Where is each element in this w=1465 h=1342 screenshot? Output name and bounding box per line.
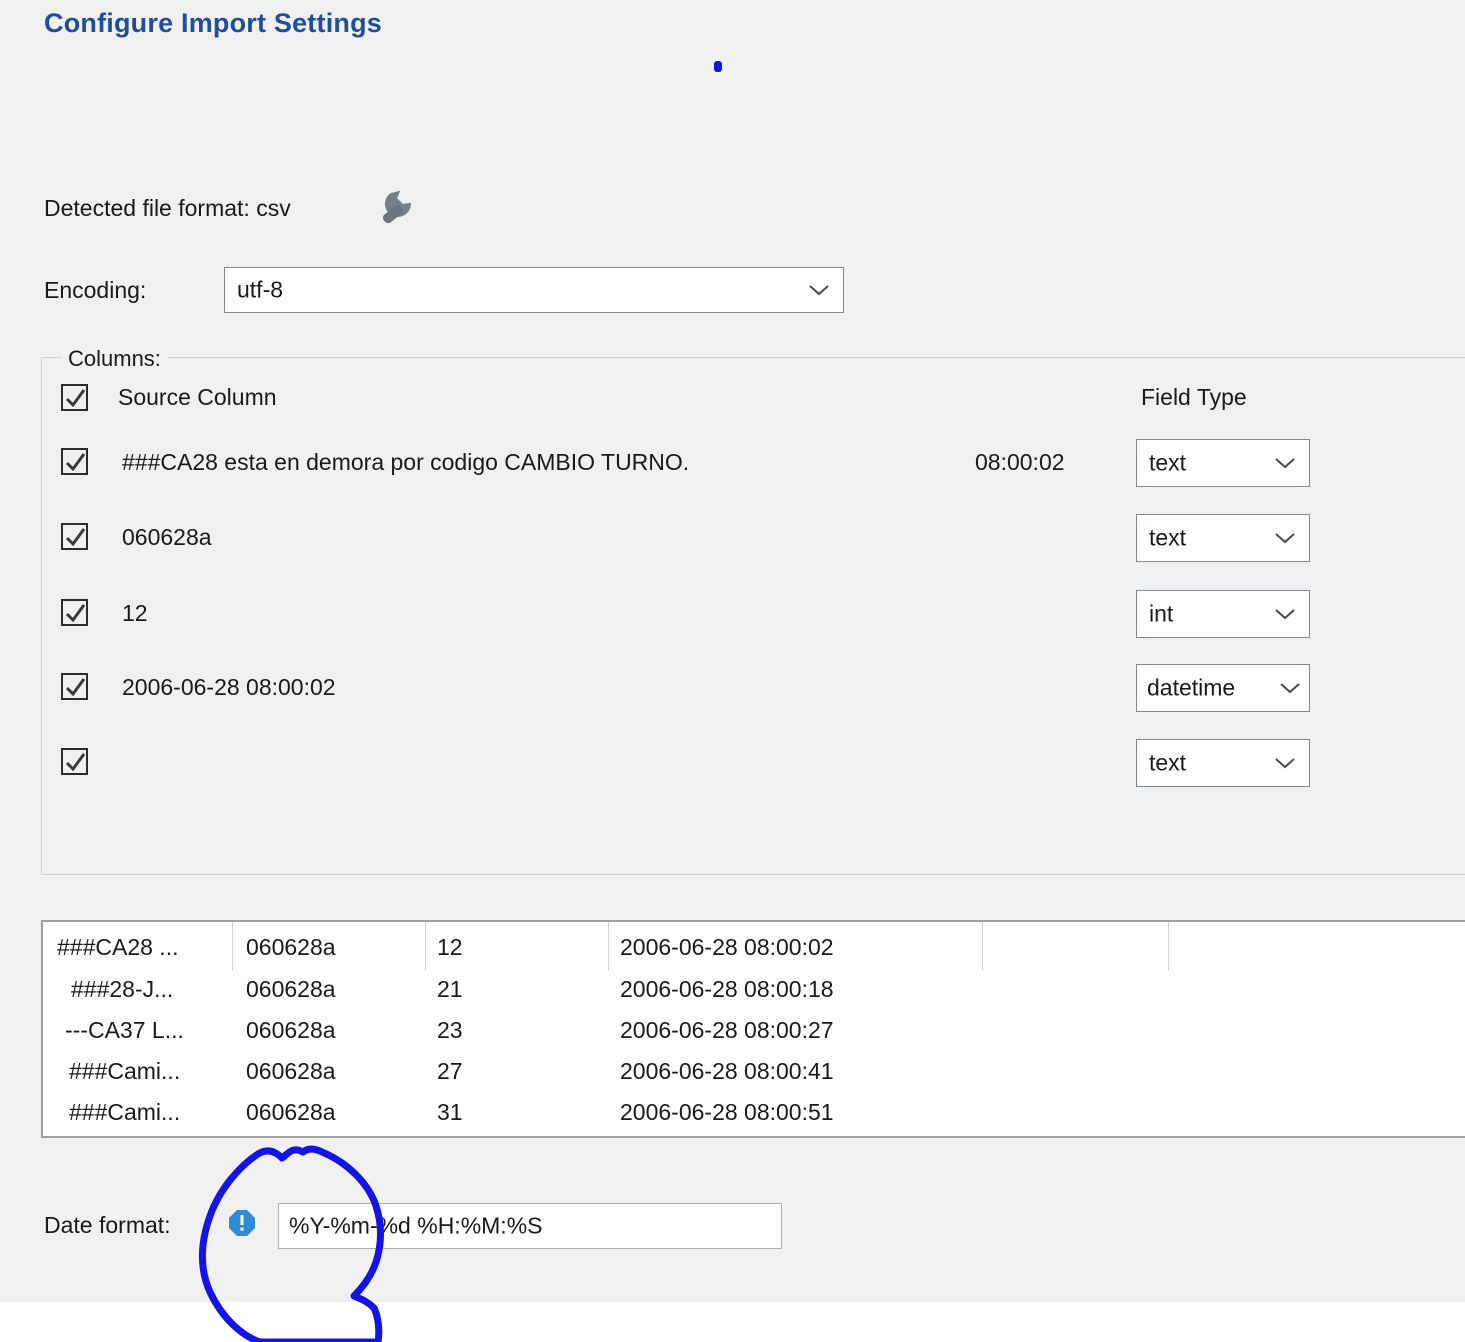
wrench-icon[interactable] xyxy=(373,189,421,233)
column-separator xyxy=(232,922,233,970)
encoding-select-value: utf-8 xyxy=(237,276,284,303)
field-type-value: text xyxy=(1149,449,1187,476)
cell: ###Cami... xyxy=(69,1058,181,1084)
select-all-checkbox[interactable] xyxy=(61,384,88,411)
field-type-value: text xyxy=(1149,749,1187,776)
column-source-name: 12 xyxy=(122,600,148,626)
annotation-dot xyxy=(714,61,722,72)
chevron-down-icon xyxy=(1274,531,1296,545)
page-title: Configure Import Settings xyxy=(44,8,382,38)
cell: ###CA28 ... xyxy=(57,934,179,960)
cell: 2006-06-28 08:00:41 xyxy=(620,1058,834,1084)
cell: ###Cami... xyxy=(69,1099,181,1125)
cell: 060628a xyxy=(246,1058,336,1084)
source-column-header: Source Column xyxy=(118,384,277,410)
chevron-down-icon xyxy=(1274,756,1296,770)
encoding-select[interactable]: utf-8 xyxy=(224,267,844,313)
cell: ---CA37 L... xyxy=(65,1017,184,1043)
cell: 2006-06-28 08:00:51 xyxy=(620,1099,834,1125)
chevron-down-icon xyxy=(1274,456,1296,470)
date-format-label: Date format: xyxy=(44,1212,171,1238)
field-type-select[interactable]: datetime xyxy=(1136,664,1310,712)
cell: 060628a xyxy=(246,1099,336,1125)
chevron-down-icon xyxy=(1279,681,1301,695)
column-checkbox[interactable] xyxy=(61,748,88,775)
column-checkbox[interactable] xyxy=(61,599,88,626)
columns-group-legend: Columns: xyxy=(62,346,167,372)
column-checkbox[interactable] xyxy=(61,448,88,475)
column-checkbox[interactable] xyxy=(61,523,88,550)
cell: 2006-06-28 08:00:27 xyxy=(620,1017,834,1043)
column-source-extra: 08:00:02 xyxy=(975,449,1065,475)
cell: 23 xyxy=(437,1017,463,1043)
preview-table[interactable]: ###CA28 ... 060628a 12 2006-06-28 08:00:… xyxy=(41,920,1465,1138)
cell: 31 xyxy=(437,1099,463,1125)
info-icon[interactable] xyxy=(228,1209,256,1237)
column-source-name: 060628a xyxy=(122,524,212,550)
cell: 12 xyxy=(437,934,463,960)
cell: 060628a xyxy=(246,1017,336,1043)
field-type-select[interactable]: text xyxy=(1136,439,1310,487)
column-separator xyxy=(982,922,983,970)
column-separator xyxy=(1168,922,1169,970)
field-type-select[interactable]: int xyxy=(1136,590,1310,638)
field-type-value: text xyxy=(1149,524,1187,551)
cell: 060628a xyxy=(246,976,336,1002)
cell: ###28-J... xyxy=(71,976,174,1002)
cell: 27 xyxy=(437,1058,463,1084)
chevron-down-icon xyxy=(1274,607,1296,621)
import-settings-dialog: Configure Import Settings Detected file … xyxy=(0,0,1465,1342)
field-type-value: datetime xyxy=(1147,674,1236,701)
cell: 060628a xyxy=(246,934,336,960)
column-source-name: 2006-06-28 08:00:02 xyxy=(122,674,336,700)
field-type-select[interactable]: text xyxy=(1136,739,1310,787)
column-separator xyxy=(425,922,426,970)
cell: 21 xyxy=(437,976,463,1002)
field-type-select[interactable]: text xyxy=(1136,514,1310,562)
column-checkbox[interactable] xyxy=(61,673,88,700)
chevron-down-icon xyxy=(808,283,830,297)
cell: 2006-06-28 08:00:18 xyxy=(620,976,834,1002)
field-type-header: Field Type xyxy=(1141,384,1247,410)
date-format-input[interactable]: %Y-%m-%d %H:%M:%S xyxy=(278,1203,782,1249)
encoding-label: Encoding: xyxy=(44,277,147,303)
detected-format-label: Detected file format: csv xyxy=(44,195,291,221)
cell: 2006-06-28 08:00:02 xyxy=(620,934,834,960)
column-source-name: ###CA28 esta en demora por codigo CAMBIO… xyxy=(122,449,690,475)
date-format-value: %Y-%m-%d %H:%M:%S xyxy=(289,1212,543,1239)
field-type-value: int xyxy=(1149,600,1174,627)
column-separator xyxy=(608,922,609,970)
